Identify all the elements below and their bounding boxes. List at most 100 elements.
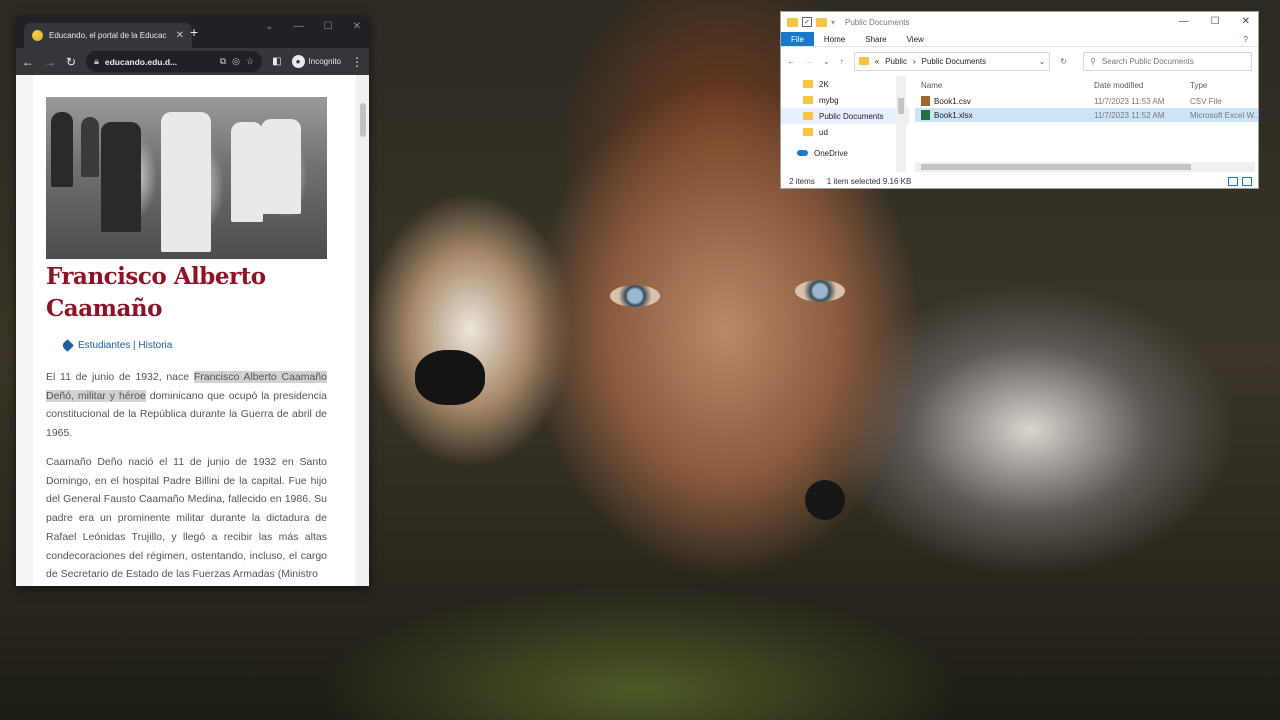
minimize-icon[interactable]: — — [1179, 16, 1189, 27]
browser-toolbar: ← → ↻ 🔒︎ educando.edu.d... ⧉ ◎ ☆ ◧ ● Inc… — [16, 48, 369, 75]
scrollbar-thumb[interactable] — [360, 103, 366, 137]
nav-item-ud[interactable]: ud — [781, 124, 909, 140]
scrollbar-thumb[interactable] — [898, 98, 904, 114]
folder-icon — [803, 80, 813, 88]
nav-item-2k[interactable]: 2K — [781, 76, 909, 92]
close-icon[interactable]: ✕ — [1242, 16, 1250, 27]
file-date: 11/7/2023 11:52 AM — [1094, 110, 1165, 120]
forward-icon[interactable]: → — [805, 57, 813, 66]
ribbon-tabs: File Home Share View ? — [781, 32, 1258, 47]
new-folder-icon[interactable] — [816, 17, 827, 27]
browser-tab[interactable]: Educando, el portal de la Educac ✕ — [24, 23, 192, 48]
breadcrumb-public[interactable]: Public — [885, 57, 907, 66]
side-panel-icon[interactable]: ◧ — [272, 56, 281, 67]
search-box[interactable]: ⚲ Search Public Documents — [1082, 51, 1252, 71]
folder-icon — [803, 128, 813, 136]
ribbon-tab-view[interactable]: View — [897, 32, 934, 46]
translate-icon[interactable]: ⧉ — [220, 56, 226, 67]
address-dropdown-icon[interactable]: ⌄ — [1039, 57, 1046, 66]
article-title: Francisco Alberto Caamaño — [46, 263, 266, 322]
file-explorer-window: ✓ ▾ Public Documents — ☐ ✕ File Home Sha… — [780, 11, 1259, 189]
eye-off-icon[interactable]: ◎ — [232, 56, 240, 67]
view-toggle — [1228, 176, 1258, 186]
breadcrumb-public-documents[interactable]: Public Documents — [922, 57, 986, 66]
nav-item-label: ud — [819, 127, 828, 137]
recent-chevron-icon[interactable]: ⌄ — [823, 57, 830, 66]
close-tab-icon[interactable]: ✕ — [176, 30, 184, 41]
breadcrumb-overflow[interactable]: « — [875, 57, 879, 66]
cloud-icon — [797, 150, 808, 156]
file-date: 11/7/2023 11:53 AM — [1094, 96, 1165, 106]
properties-icon[interactable]: ✓ — [802, 17, 812, 27]
search-icon: ⚲ — [1089, 56, 1096, 66]
category-links[interactable]: Estudiantes | Historia — [78, 340, 172, 351]
column-header-name[interactable]: Name — [915, 81, 1090, 90]
scrollbar-thumb[interactable] — [921, 164, 1191, 170]
browser-window: Educando, el portal de la Educac ✕ + ⌄ —… — [16, 17, 369, 586]
breadcrumb-separator: › — [912, 56, 916, 66]
folder-icon — [803, 112, 813, 120]
customize-toolbar-icon[interactable]: ▾ — [831, 18, 835, 27]
file-name-cell: Book1.csv — [915, 96, 1090, 106]
address-row: ← → ⌄ ↑ « Public › Public Documents ⌄ ↻ … — [781, 47, 1258, 75]
ribbon-tab-share[interactable]: Share — [855, 32, 896, 46]
incognito-indicator[interactable]: ● Incognito — [291, 55, 341, 68]
ribbon-tab-file[interactable]: File — [781, 32, 814, 46]
ribbon-tab-home[interactable]: Home — [814, 32, 855, 46]
nav-item-mybg[interactable]: mybg — [781, 92, 909, 108]
minimize-icon[interactable]: — — [294, 21, 304, 32]
file-row-selected[interactable]: Book1.xlsx 11/7/2023 11:52 AM Microsoft … — [915, 108, 1258, 122]
incognito-icon: ● — [291, 55, 305, 68]
tab-strip: Educando, el portal de la Educac ✕ + ⌄ —… — [16, 17, 369, 48]
folder-icon — [803, 96, 813, 104]
back-icon[interactable]: ← — [787, 57, 795, 66]
explorer-address-bar[interactable]: « Public › Public Documents ⌄ — [853, 51, 1051, 71]
maximize-icon[interactable]: ☐ — [1211, 16, 1220, 27]
reload-icon[interactable]: ↻ — [66, 55, 76, 69]
help-icon[interactable]: ? — [1234, 32, 1258, 46]
tag-icon — [61, 339, 74, 352]
explorer-window-controls: — ☐ ✕ — [1179, 16, 1250, 27]
menu-kebab-icon[interactable]: ⋮ — [351, 55, 363, 69]
excel-file-icon — [921, 110, 930, 120]
nav-item-public-documents[interactable]: Public Documents — [781, 108, 909, 124]
navigation-pane: 2K mybg Public Documents ud OneDrive — [781, 76, 909, 174]
nav-item-onedrive[interactable]: OneDrive — [781, 145, 909, 161]
file-list-scrollbar[interactable] — [915, 162, 1255, 172]
file-row[interactable]: Book1.csv 11/7/2023 11:53 AM CSV File — [915, 94, 1258, 108]
file-list-header: Name Date modified Type — [915, 76, 1258, 94]
file-type: CSV File — [1190, 96, 1222, 106]
close-icon[interactable]: ✕ — [353, 21, 361, 32]
article-paragraph-1: El 11 de junio de 1932, nace Francisco A… — [46, 368, 327, 443]
column-header-date[interactable]: Date modified — [1090, 81, 1186, 90]
maximize-icon[interactable]: ☐ — [324, 21, 333, 32]
address-bar[interactable]: 🔒︎ educando.edu.d... ⧉ ◎ ☆ — [86, 51, 263, 72]
refresh-icon[interactable]: ↻ — [1060, 57, 1067, 66]
file-list: Name Date modified Type Book1.csv 11/7/2… — [915, 76, 1258, 174]
navigation-pane-scrollbar[interactable] — [896, 76, 906, 172]
explorer-status-bar: 2 items 1 item selected 9.16 KB — [781, 174, 1258, 188]
up-icon[interactable]: ↑ — [840, 57, 844, 66]
chevron-down-icon[interactable]: ⌄ — [265, 21, 273, 32]
selection-info: 1 item selected 9.16 KB — [826, 176, 912, 186]
back-icon[interactable]: ← — [22, 55, 34, 69]
bookmark-star-icon[interactable]: ☆ — [246, 56, 254, 67]
lock-icon[interactable]: 🔒︎ — [94, 56, 99, 67]
column-header-type[interactable]: Type — [1186, 81, 1258, 90]
page-viewport[interactable]: Francisco Alberto Caamaño Estudiantes | … — [16, 75, 369, 586]
nav-item-label: 2K — [819, 79, 829, 89]
forward-icon[interactable]: → — [44, 55, 56, 69]
url-text[interactable]: educando.edu.d... — [105, 57, 214, 67]
tab-title: Educando, el portal de la Educac — [49, 31, 167, 40]
explorer-title-bar: ✓ ▾ Public Documents — ☐ ✕ — [781, 12, 1258, 32]
article-categories: Estudiantes | Historia — [61, 339, 172, 352]
new-tab-button[interactable]: + — [190, 24, 198, 40]
page-scrollbar[interactable] — [357, 75, 369, 586]
details-view-icon[interactable] — [1228, 176, 1238, 186]
csv-file-icon — [921, 96, 930, 106]
file-name-cell: Book1.xlsx — [915, 110, 1090, 120]
article-paragraph-2: Caamaño Deño nació el 11 de junio de 193… — [46, 456, 327, 581]
nav-item-label: OneDrive — [814, 148, 848, 158]
large-icons-view-icon[interactable] — [1242, 176, 1252, 186]
nav-item-label: Public Documents — [819, 111, 884, 121]
